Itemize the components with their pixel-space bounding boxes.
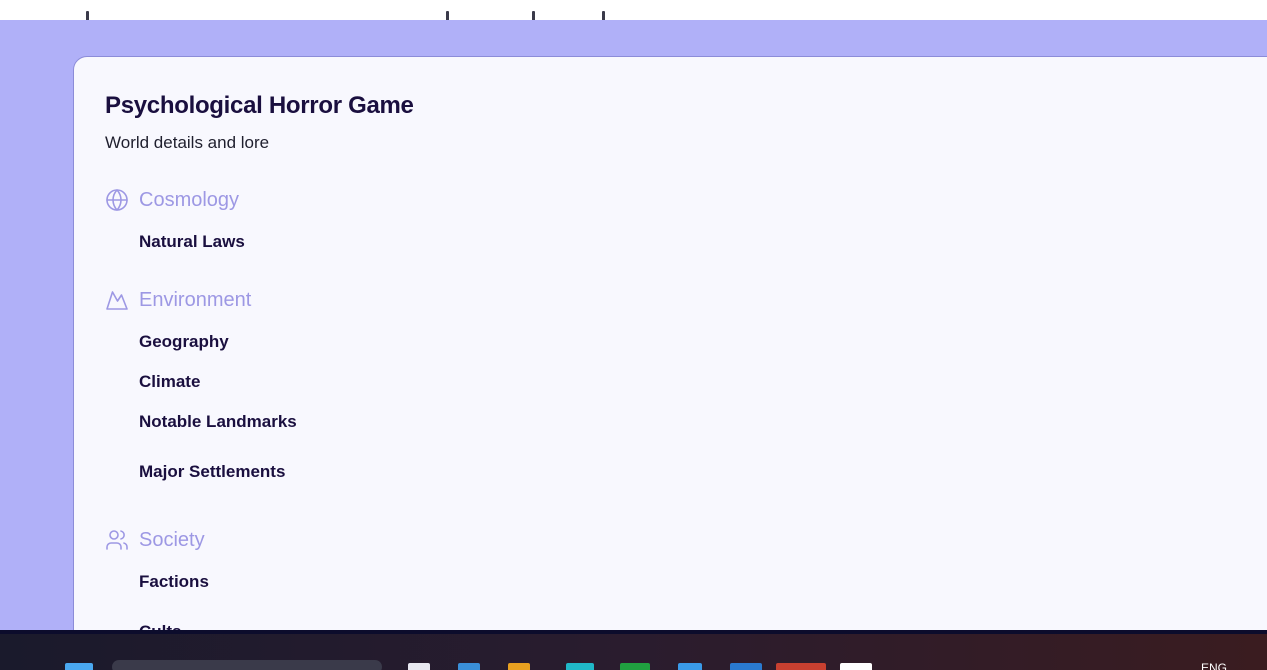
- section-header-cosmology[interactable]: Cosmology: [105, 187, 239, 213]
- app-icon[interactable]: [776, 663, 826, 670]
- item-major-settlements[interactable]: Major Settlements: [139, 462, 285, 482]
- app-icon[interactable]: [730, 663, 762, 670]
- item-notable-landmarks[interactable]: Notable Landmarks: [139, 412, 297, 432]
- section-label: Society: [139, 528, 205, 551]
- app-icon[interactable]: [408, 663, 430, 670]
- section-society: Society: [105, 527, 205, 553]
- section-environment: Environment: [105, 287, 251, 313]
- page-title: Psychological Horror Game: [105, 92, 414, 119]
- search-box[interactable]: [112, 660, 382, 670]
- mountain-icon: [105, 288, 129, 312]
- app-icon[interactable]: [458, 663, 480, 670]
- start-icon[interactable]: [65, 663, 93, 670]
- item-climate[interactable]: Climate: [139, 372, 200, 392]
- app-icon[interactable]: [566, 663, 594, 670]
- page-subtitle: World details and lore: [105, 133, 270, 152]
- item-geography[interactable]: Geography: [139, 332, 229, 352]
- world-details-card: Psychological Horror Game World details …: [73, 56, 1267, 656]
- section-header-society[interactable]: Society: [105, 527, 205, 553]
- users-icon: [105, 528, 129, 552]
- app-icon[interactable]: [840, 663, 872, 670]
- section-header-environment[interactable]: Environment: [105, 287, 251, 313]
- language-indicator[interactable]: ENG: [1201, 661, 1227, 670]
- section-label: Environment: [139, 288, 252, 311]
- item-factions[interactable]: Factions: [139, 572, 209, 592]
- app-icon[interactable]: [620, 663, 650, 670]
- globe-icon: [105, 188, 129, 212]
- app-icon[interactable]: [678, 663, 702, 670]
- app-icon[interactable]: [508, 663, 530, 670]
- item-natural-laws[interactable]: Natural Laws: [139, 232, 245, 252]
- section-label: Cosmology: [139, 188, 240, 211]
- section-cosmology: Cosmology: [105, 187, 239, 213]
- top-strip: [0, 0, 1267, 20]
- taskbar: ENG: [0, 634, 1267, 670]
- clipped-text: [86, 11, 646, 20]
